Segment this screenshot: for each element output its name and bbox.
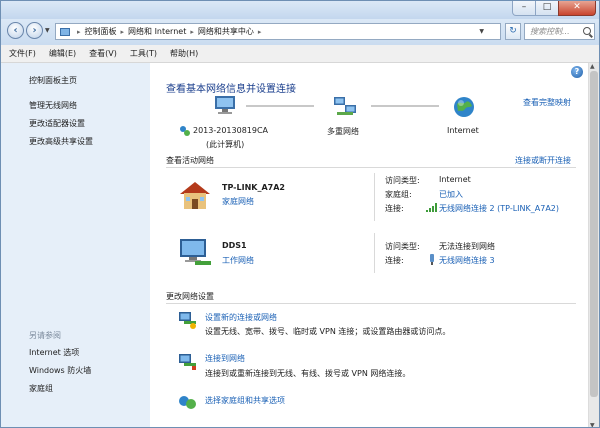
menu-view[interactable]: 查看(V) — [84, 48, 122, 59]
history-dropdown-icon[interactable]: ▼ — [45, 27, 50, 34]
setup-connection-icon — [179, 312, 196, 329]
multiple-networks-label[interactable]: 多重网络 — [327, 126, 359, 137]
home-network-icon[interactable] — [177, 179, 213, 211]
breadcrumb-network-internet[interactable]: 网络和 Internet — [128, 26, 186, 37]
map-link-line — [371, 105, 439, 107]
task-connect-to-network-link[interactable]: 连接到网络 — [205, 353, 245, 364]
network-2-connection-label: 连接: — [385, 256, 404, 265]
window-controls: – □ ✕ — [512, 1, 596, 16]
refresh-button[interactable]: ↻ — [505, 23, 521, 40]
breadcrumb-chevron-icon[interactable]: ▸ — [121, 28, 125, 36]
task-setup-new-connection-desc: 设置无线、宽带、拨号、临时或 VPN 连接；或设置路由器或访问点。 — [205, 327, 451, 336]
wifi-signal-icon — [426, 203, 437, 212]
map-link-line — [246, 105, 314, 107]
breadcrumb-chevron-icon[interactable]: ▸ — [258, 28, 262, 36]
help-icon[interactable]: ? — [571, 66, 583, 78]
control-panel-icon — [60, 27, 70, 36]
menu-file[interactable]: 文件(F) — [4, 48, 41, 59]
sidebar-link-windows-firewall[interactable]: Windows 防火墙 — [29, 365, 91, 376]
internet-label[interactable]: Internet — [447, 126, 479, 135]
breadcrumb-control-panel[interactable]: 控制面板 — [85, 26, 117, 37]
close-button[interactable]: ✕ — [558, 1, 596, 16]
address-bar[interactable]: ▸ 控制面板 ▸ 网络和 Internet ▸ 网络和共享中心 ▸ ▼ — [55, 23, 501, 40]
sidebar-link-manage-wireless[interactable]: 管理无线网络 — [29, 100, 77, 111]
computer-icon[interactable] — [213, 95, 237, 115]
task-homegroup-sharing-link[interactable]: 选择家庭组和共享选项 — [205, 395, 285, 406]
window: – □ ✕ ‹ › ▼ ▸ 控制面板 ▸ 网络和 Internet ▸ 网络和共… — [0, 0, 600, 428]
breadcrumb-network-sharing-center[interactable]: 网络和共享中心 — [198, 26, 254, 37]
address-dropdown-icon[interactable]: ▼ — [479, 28, 484, 35]
see-full-map-link[interactable]: 查看完整映射 — [523, 97, 571, 108]
network-2-name: DDS1 — [222, 241, 247, 250]
homegroup-sharing-icon — [179, 396, 196, 409]
section-divider — [166, 303, 576, 304]
vertical-scrollbar[interactable]: ▲ ▼ — [588, 63, 599, 427]
forward-arrow-icon: › — [32, 25, 37, 36]
computer-sublabel: (此计算机) — [206, 140, 245, 149]
menu-tools[interactable]: 工具(T) — [125, 48, 162, 59]
network-2-access-value: 无法连接到网络 — [439, 242, 495, 251]
sidebar-link-homegroup[interactable]: 家庭组 — [29, 383, 53, 394]
page-title: 查看基本网络信息并设置连接 — [166, 84, 296, 95]
active-networks-heading: 查看活动网络 — [166, 156, 214, 165]
homegroup-badge-icon — [180, 126, 190, 136]
change-settings-heading: 更改网络设置 — [166, 292, 214, 301]
network-1-connection-label: 连接: — [385, 204, 404, 213]
back-arrow-icon: ‹ — [13, 25, 18, 36]
search-input[interactable]: 搜索控制... — [524, 23, 595, 40]
sidebar-link-control-panel-home[interactable]: 控制面板主页 — [29, 75, 77, 86]
connect-to-network-icon — [179, 354, 196, 370]
scroll-down-icon[interactable]: ▼ — [590, 422, 595, 427]
network-1-name: TP-LINK_A7A2 — [222, 183, 285, 192]
network-1-access-value: Internet — [439, 175, 471, 184]
connect-disconnect-link[interactable]: 连接或断开连接 — [515, 155, 571, 166]
forward-button[interactable]: › — [26, 22, 43, 39]
task-connect-to-network-desc: 连接到或重新连接到无线、有线、拨号或 VPN 网络连接。 — [205, 369, 411, 378]
network-1-type-link[interactable]: 家庭网络 — [222, 196, 254, 207]
network-1-homegroup-label: 家庭组: — [385, 190, 412, 199]
work-network-icon[interactable] — [177, 237, 213, 269]
sidebar-link-advanced-sharing[interactable]: 更改高级共享设置 — [29, 136, 93, 147]
network-1-divider — [374, 173, 375, 221]
breadcrumb-chevron-icon[interactable]: ▸ — [190, 28, 194, 36]
menu-bar: 文件(F) 编辑(E) 查看(V) 工具(T) 帮助(H) — [1, 45, 599, 63]
search-placeholder: 搜索控制... — [530, 27, 570, 36]
scroll-up-icon[interactable]: ▲ — [590, 63, 595, 70]
network-2-divider — [374, 233, 375, 273]
network-1-homegroup-link[interactable]: 已加入 — [439, 189, 463, 200]
scrollbar-thumb[interactable] — [590, 71, 598, 397]
menu-help[interactable]: 帮助(H) — [165, 48, 203, 59]
sidebar-link-change-adapter[interactable]: 更改适配器设置 — [29, 118, 85, 129]
network-2-type-link[interactable]: 工作网络 — [222, 255, 254, 266]
wireless-adapter-icon — [430, 254, 434, 265]
breadcrumb-chevron-icon[interactable]: ▸ — [77, 28, 81, 36]
task-setup-new-connection-link[interactable]: 设置新的连接或网络 — [205, 312, 277, 323]
section-divider — [166, 167, 576, 168]
minimize-button[interactable]: – — [512, 1, 536, 16]
sidebar-link-internet-options[interactable]: Internet 选项 — [29, 347, 79, 358]
network-1-access-label: 访问类型: — [385, 176, 420, 185]
maximize-button[interactable]: □ — [535, 1, 559, 16]
sidebar: 控制面板主页 管理无线网络 更改适配器设置 更改高级共享设置 另请参阅 Inte… — [1, 63, 150, 427]
address-toolbar: ‹ › ▼ ▸ 控制面板 ▸ 网络和 Internet ▸ 网络和共享中心 ▸ … — [1, 19, 599, 45]
search-icon[interactable] — [583, 27, 591, 35]
network-2-connection-link[interactable]: 无线网络连接 3 — [439, 255, 495, 266]
back-button[interactable]: ‹ — [7, 22, 24, 39]
network-2-access-label: 访问类型: — [385, 242, 420, 251]
see-also-heading: 另请参阅 — [29, 331, 61, 340]
multiple-networks-icon[interactable] — [333, 96, 357, 118]
computer-name[interactable]: 2013-20130819CA — [193, 126, 268, 135]
title-bar: – □ ✕ — [1, 1, 599, 19]
network-1-connection-link[interactable]: 无线网络连接 2 (TP-LINK_A7A2) — [439, 203, 559, 214]
menu-edit[interactable]: 编辑(E) — [44, 48, 81, 59]
internet-globe-icon[interactable] — [453, 96, 475, 118]
refresh-icon: ↻ — [509, 26, 517, 36]
